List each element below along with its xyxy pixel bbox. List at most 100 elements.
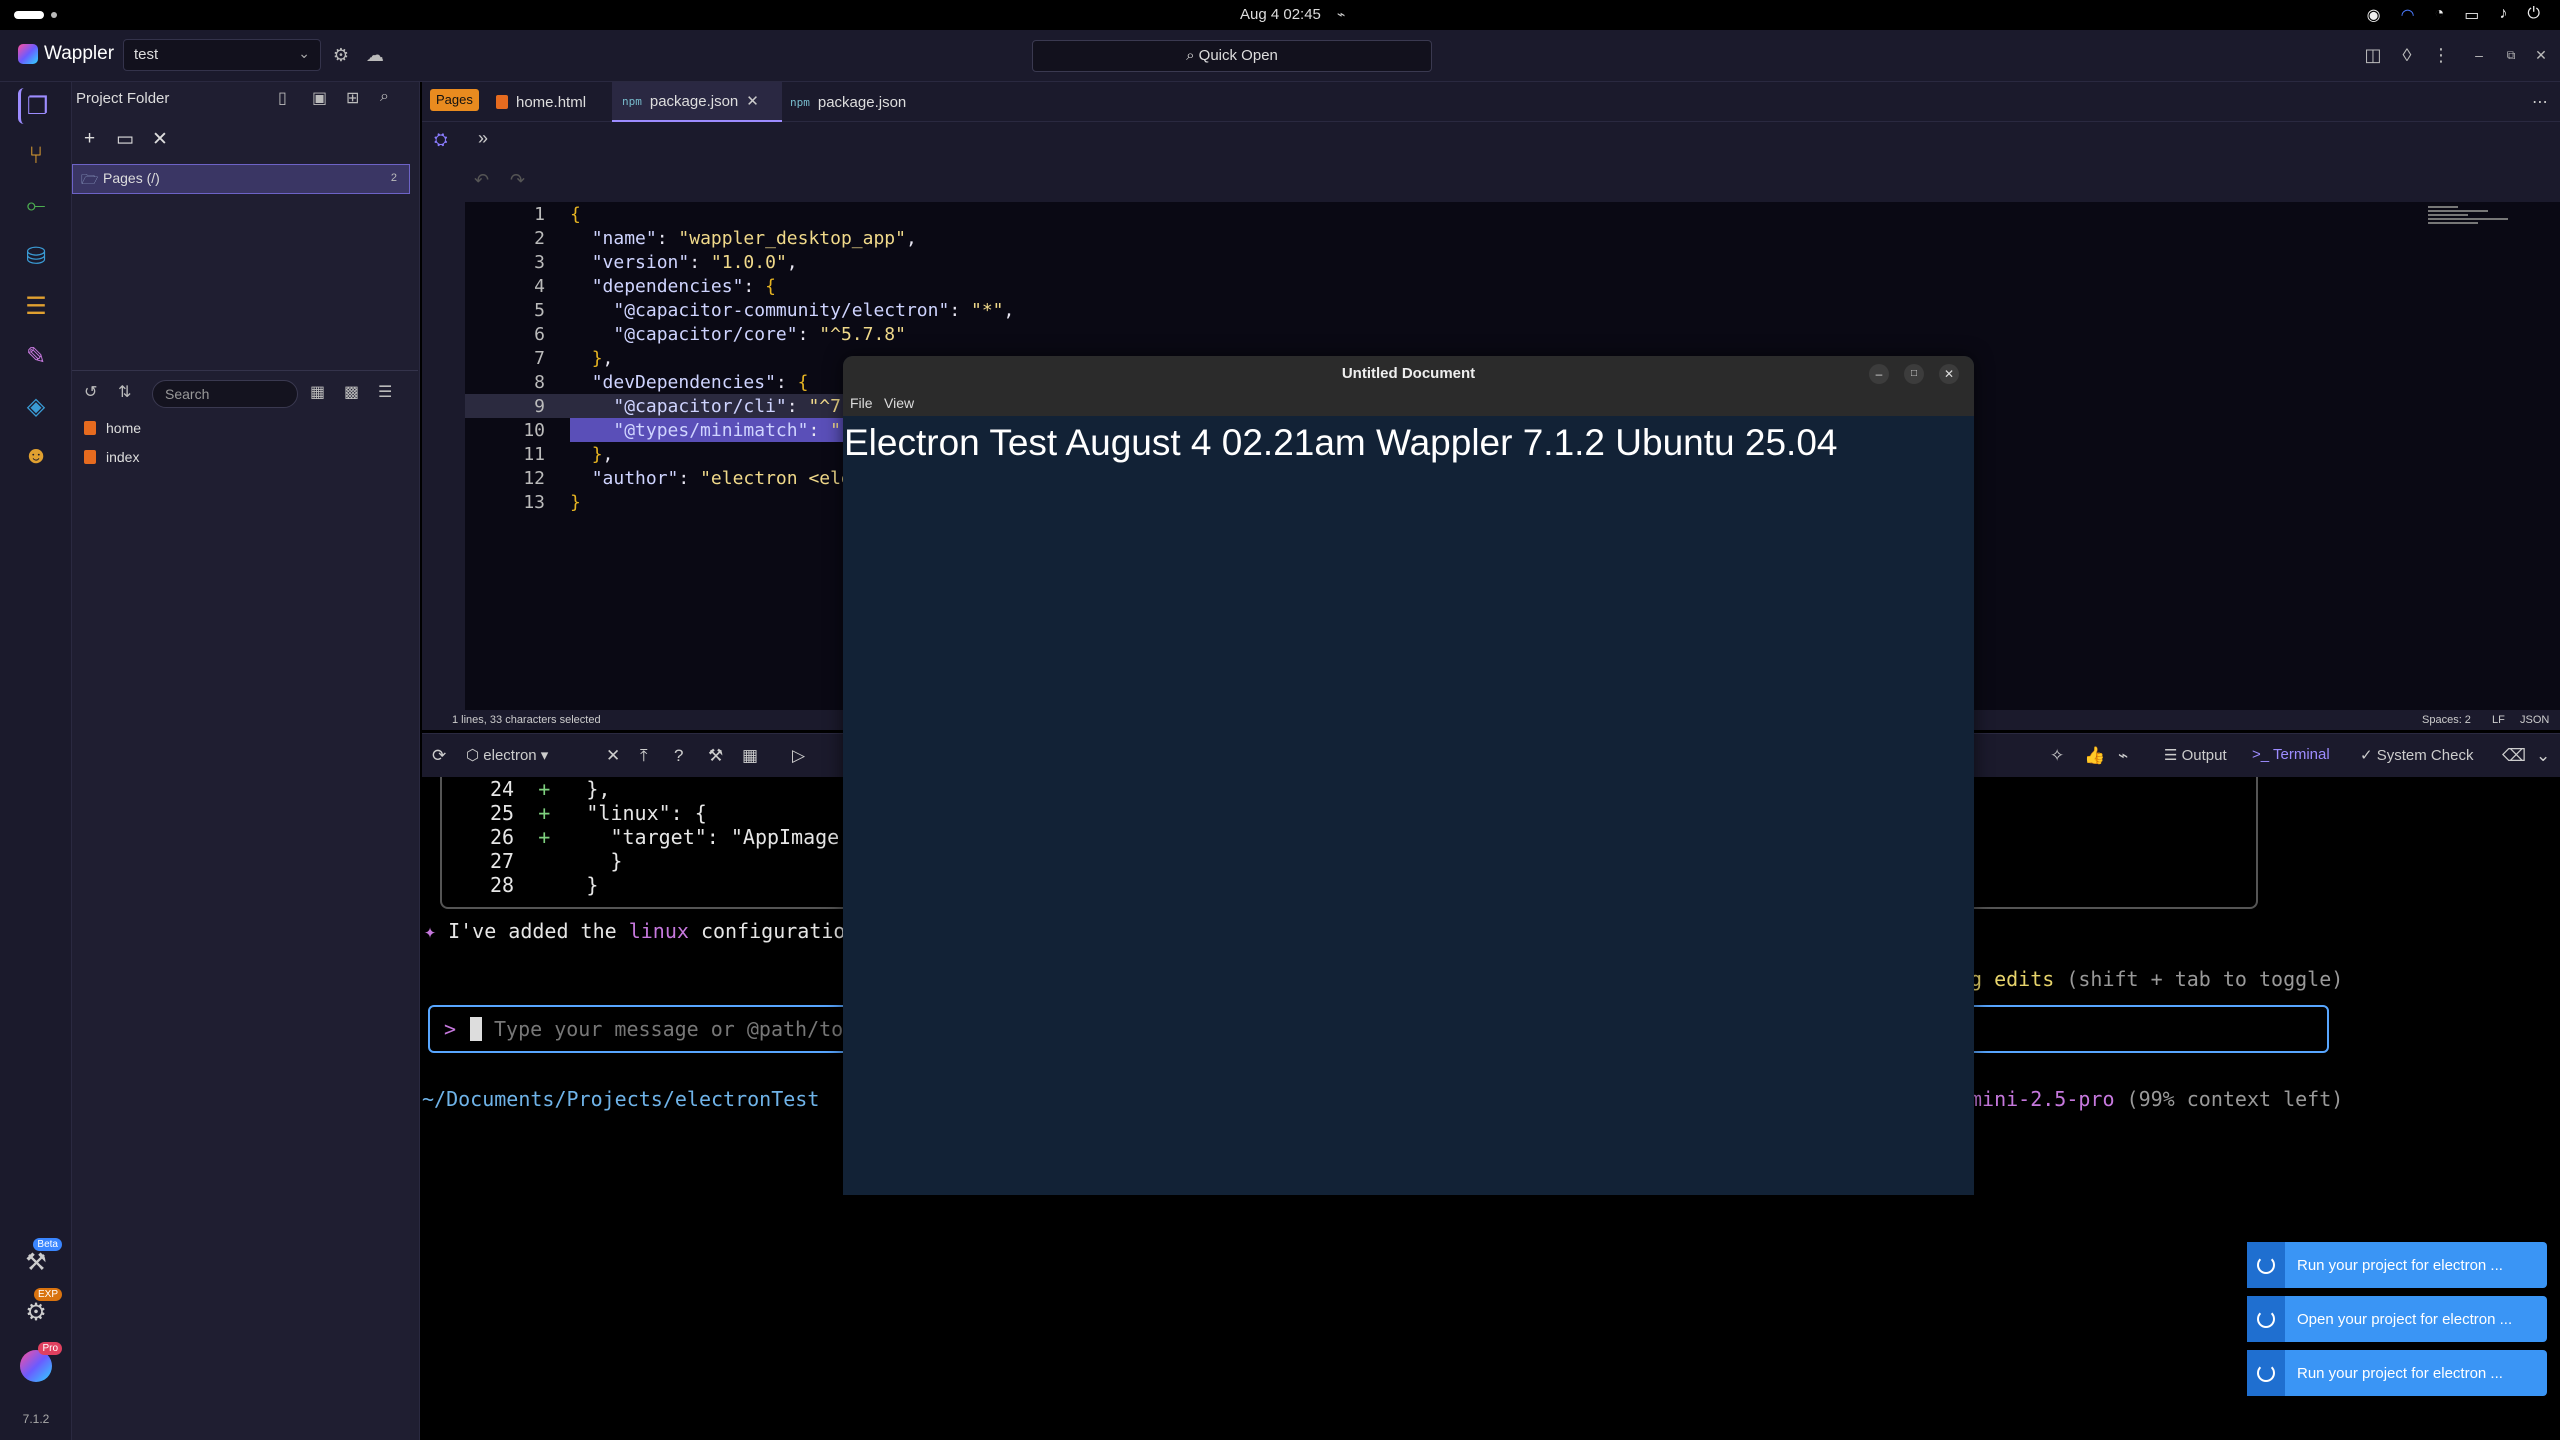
pages-files-icon[interactable]: ❐ (18, 88, 54, 124)
minimap[interactable] (2428, 206, 2548, 228)
line-number: 9 (534, 396, 545, 417)
run-icon[interactable]: ▷ (792, 746, 805, 766)
tray-app2-icon[interactable]: ◠ (2401, 5, 2415, 25)
image-icon[interactable]: ▣ (312, 88, 327, 108)
file-item-index[interactable]: index (84, 449, 139, 465)
wifi-icon[interactable]: ◔ (2435, 5, 2445, 25)
window-close-icon[interactable]: ✕ (1939, 364, 1959, 384)
eol-status[interactable]: LF (2492, 714, 2505, 726)
tab-home-html[interactable]: home.html (486, 82, 596, 122)
tab-package-json-active[interactable]: npm package.json ✕ (612, 82, 782, 122)
file-search-input[interactable]: Search (152, 380, 298, 408)
code-line: "name": "wappler_desktop_app", (591, 228, 917, 249)
indent-status[interactable]: Spaces: 2 (2422, 714, 2471, 726)
close-icon[interactable]: ✕ (152, 128, 168, 151)
app-structure-icon[interactable]: ⛭ (434, 130, 448, 150)
toast-open-project[interactable]: Open your project for electron ... (2247, 1296, 2547, 1342)
workflow-icon[interactable]: ⟜ (18, 188, 54, 224)
source-control-icon[interactable]: ⑂ (18, 138, 54, 174)
list-view-icon[interactable]: ☰ (378, 382, 392, 402)
chevron-down-icon[interactable]: ⌄ (2536, 746, 2550, 766)
power-icon[interactable]: ⏻ (2527, 5, 2540, 25)
brush-icon[interactable]: ⌁ (2118, 746, 2128, 766)
calendar-icon[interactable]: ▦ (742, 746, 758, 766)
large-grid-view-icon[interactable]: ▦ (310, 382, 325, 402)
settings-gear-icon[interactable]: ⚙ EXP (18, 1288, 62, 1330)
target-selector[interactable]: ⬡ electron ▾ (466, 746, 548, 764)
layers-icon[interactable]: ◈ (18, 388, 54, 424)
database-icon[interactable]: ⛁ (18, 238, 54, 274)
spinner-icon (2247, 1296, 2285, 1342)
ai-sparkle-icon[interactable]: ✧ (2050, 746, 2064, 766)
menu-view[interactable]: View (884, 395, 914, 411)
tab-label: home.html (516, 93, 587, 111)
extensions-icon[interactable]: ⚒ Beta (18, 1238, 62, 1280)
toast-label: Run your project for electron ... (2297, 1364, 2503, 1382)
pages-badge[interactable]: Pages (430, 89, 479, 111)
cloud-icon[interactable]: ☁ (362, 42, 388, 68)
maximize-icon[interactable]: ⧉ (2498, 42, 2524, 68)
eraser-icon[interactable]: ⌫ (2502, 746, 2526, 766)
project-settings-gear-icon[interactable]: ⚙ (328, 42, 354, 68)
electron-app-window[interactable]: Untitled Document – □ ✕ File View Electr… (843, 356, 1974, 1195)
build-icon[interactable]: ⚒ (708, 746, 723, 766)
redo-icon[interactable]: ↷ (510, 170, 525, 191)
terminal-tab[interactable]: >_ Terminal (2252, 746, 2330, 763)
close-icon[interactable]: ✕ (2528, 42, 2554, 68)
new-folder-icon[interactable]: ▭ (116, 128, 134, 151)
account-icon[interactable]: Pro (18, 1342, 62, 1384)
workspace-indicator[interactable] (14, 11, 44, 19)
system-tray[interactable]: ◉ ◠ ◔ ▭ ♪ ⏻ (2367, 5, 2540, 25)
toast-run-project[interactable]: Run your project for electron ... (2247, 1242, 2547, 1288)
quick-open-button[interactable]: ⌕ Quick Open (1032, 40, 1432, 72)
system-check-tab[interactable]: ✓ System Check (2360, 746, 2473, 764)
battery-icon[interactable]: ▭ (2464, 5, 2479, 25)
window-maximize-icon[interactable]: □ (1904, 364, 1924, 384)
toast-run-project[interactable]: Run your project for electron ... (2247, 1350, 2547, 1396)
menu-file[interactable]: File (850, 395, 873, 411)
line-number: 7 (534, 348, 545, 369)
design-icon[interactable]: ✎ (18, 338, 54, 374)
window-title[interactable]: Untitled Document (843, 356, 1974, 392)
search-icon[interactable]: ⌕ (380, 88, 389, 106)
window-minimize-icon[interactable]: – (1869, 364, 1889, 384)
pages-folder-row[interactable]: 🗁 Pages (/) 2 (72, 164, 410, 194)
split-layout-icon[interactable]: ◫ (2360, 42, 2386, 68)
language-status[interactable]: JSON (2520, 714, 2549, 726)
more-menu-icon[interactable]: ⋮ (2428, 42, 2454, 68)
thumbs-up-icon[interactable]: 👍 (2084, 746, 2105, 766)
folder-open-icon: 🗁 (81, 171, 99, 187)
spinner-icon (2247, 1242, 2285, 1288)
workspace-dot[interactable] (51, 12, 57, 18)
expand-icon[interactable]: » (478, 128, 488, 149)
wappler-logo-icon (18, 44, 38, 64)
sort-icon[interactable]: ⇅ (118, 382, 131, 402)
refresh-icon[interactable]: ⟳ (432, 746, 446, 766)
working-directory: ~/Documents/Projects/electronTest (422, 1087, 820, 1111)
project-selector[interactable]: test ⌄ (123, 39, 321, 71)
code-line: "author": "electron <ele (591, 468, 852, 489)
minimize-icon[interactable]: – (2466, 42, 2492, 68)
tray-app-icon[interactable]: ◉ (2367, 5, 2381, 25)
target-label: electron (483, 747, 537, 764)
history-icon[interactable]: ↺ (84, 382, 97, 402)
output-tab[interactable]: ☰ Output (2164, 746, 2227, 764)
close-tab-icon[interactable]: ✕ (746, 92, 759, 110)
new-file-icon[interactable]: ▯ (278, 88, 287, 108)
theme-drop-icon[interactable]: ◊ (2394, 42, 2420, 68)
volume-icon[interactable]: ♪ (2499, 5, 2507, 25)
stop-icon[interactable]: ✕ (606, 746, 620, 766)
help-icon[interactable]: ? (674, 746, 683, 766)
file-item-home[interactable]: home (84, 420, 141, 436)
upload-icon[interactable]: ⤒ (640, 746, 648, 766)
undo-icon[interactable]: ↶ (474, 170, 489, 191)
search-icon: ⌕ (1186, 47, 1195, 64)
tab-overflow-icon[interactable]: ⋯ (2532, 92, 2548, 112)
ai-bot-icon[interactable]: ☻ (18, 438, 54, 474)
folder-tree-icon[interactable]: ⊞ (346, 88, 359, 108)
grid-view-icon[interactable]: ▩ (344, 382, 359, 402)
system-clock[interactable]: Aug 4 02:45 (1240, 6, 1321, 23)
tab-package-json[interactable]: npm package.json (780, 82, 916, 122)
add-icon[interactable]: + (84, 128, 95, 150)
server-connect-icon[interactable]: ☰ (18, 288, 54, 324)
